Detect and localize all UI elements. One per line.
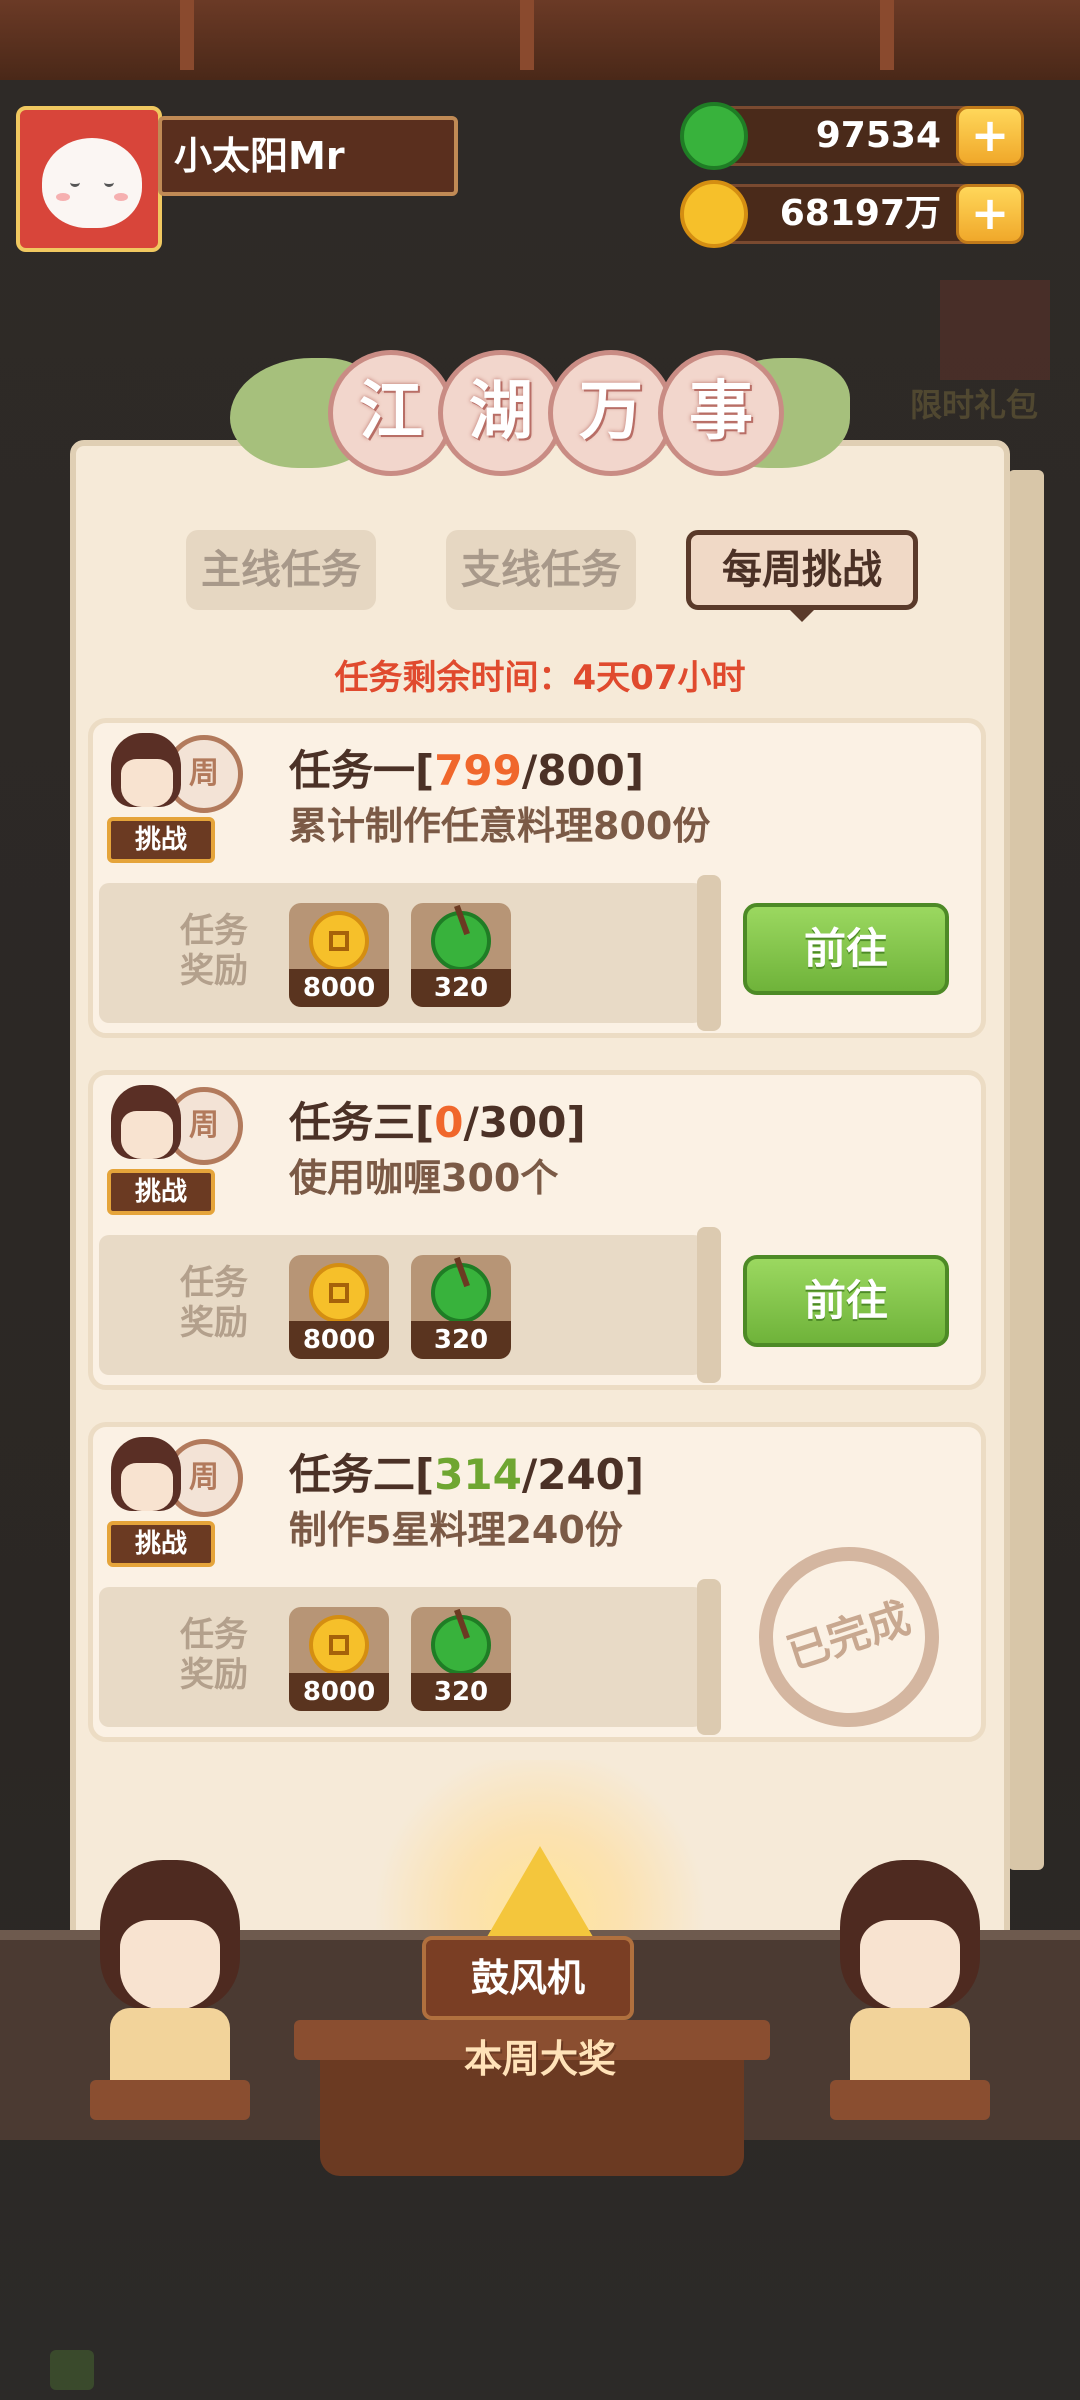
- player-avatar[interactable]: [16, 106, 162, 252]
- add-coin-button[interactable]: +: [956, 184, 1024, 244]
- frame-beam: [520, 0, 534, 70]
- task-progress-current: 0: [434, 1098, 464, 1147]
- jade-icon: [431, 911, 491, 971]
- task-title: 任务二[314/240]: [289, 1450, 645, 1499]
- challenge-figure: 周 挑战: [99, 1433, 249, 1583]
- gift-box-icon: [940, 280, 1050, 380]
- bellows-prize-button[interactable]: 鼓风机: [422, 1936, 634, 2020]
- task-title: 任务三[0/300]: [289, 1098, 586, 1147]
- frame-beam: [880, 0, 894, 70]
- tab-side-quests[interactable]: 支线任务: [446, 530, 636, 610]
- task-progress-current: 314: [434, 1450, 522, 1499]
- challenge-figure: 周 挑战: [99, 729, 249, 879]
- coin-icon: [680, 180, 748, 248]
- reward-jade[interactable]: 320: [411, 903, 511, 1007]
- tab-main-quests[interactable]: 主线任务: [186, 530, 376, 610]
- tab-weekly-challenge[interactable]: 每周挑战: [686, 530, 918, 610]
- reward-label: 任务 奖励: [180, 911, 248, 991]
- challenge-figure: 周 挑战: [99, 1081, 249, 1231]
- jade-icon: [431, 1263, 491, 1323]
- task-title: 任务一[799/800]: [289, 746, 645, 795]
- task-card: 周 挑战 任务三[0/300] 使用咖喱300个 任务 奖励 8000 320 前…: [88, 1070, 986, 1390]
- reward-label: 任务 奖励: [180, 1615, 248, 1695]
- coin-icon: [309, 1263, 369, 1323]
- weekly-prize-label: 本周大奖: [463, 2037, 616, 2081]
- active-tab-pointer: [788, 608, 816, 622]
- player-name: 小太阳Mr: [158, 116, 458, 196]
- coin-icon: [309, 911, 369, 971]
- reward-scroll: 任务 奖励 8000 320: [99, 1579, 721, 1735]
- add-jade-button[interactable]: +: [956, 106, 1024, 166]
- challenge-badge: 挑战: [107, 817, 215, 863]
- challenge-badge: 挑战: [107, 1521, 215, 1567]
- reward-jade[interactable]: 320: [411, 1607, 511, 1711]
- corner-menu-icon[interactable]: [50, 2350, 94, 2390]
- avatar-cat-face: [42, 138, 142, 228]
- frame-beam: [180, 0, 194, 70]
- task-description: 制作5星料理240份: [289, 1508, 623, 1552]
- title-char: 江: [328, 350, 454, 476]
- reward-coin[interactable]: 8000: [289, 903, 389, 1007]
- challenge-badge: 挑战: [107, 1169, 215, 1215]
- reward-scroll: 任务 奖励 8000 320: [99, 1227, 721, 1383]
- completed-stamp: 已完成: [735, 1523, 963, 1751]
- task-description: 累计制作任意料理800份: [289, 804, 711, 848]
- title-char: 万: [548, 350, 674, 476]
- task-description: 使用咖喱300个: [289, 1156, 559, 1200]
- jade-icon: [680, 102, 748, 170]
- limited-gift-button[interactable]: 限时礼包: [900, 270, 1070, 440]
- limited-gift-label: 限时礼包: [910, 386, 1039, 424]
- jade-icon: [431, 1615, 491, 1675]
- remaining-time: 任务剩余时间：4天07小时: [334, 658, 746, 698]
- reward-label: 任务 奖励: [180, 1263, 248, 1343]
- reward-coin[interactable]: 8000: [289, 1607, 389, 1711]
- top-wooden-frame: [0, 0, 1080, 80]
- reward-coin[interactable]: 8000: [289, 1255, 389, 1359]
- title-char: 事: [658, 350, 784, 476]
- reward-jade[interactable]: 320: [411, 1255, 511, 1359]
- coin-icon: [309, 1615, 369, 1675]
- reward-scroll: 任务 奖励 8000 320: [99, 875, 721, 1031]
- go-button[interactable]: 前往: [743, 903, 949, 995]
- panel-title-banner: 江 湖 万 事: [230, 350, 850, 490]
- go-button[interactable]: 前往: [743, 1255, 949, 1347]
- task-card: 周 挑战 任务二[314/240] 制作5星料理240份 任务 奖励 8000 3…: [88, 1422, 986, 1751]
- title-char: 湖: [438, 350, 564, 476]
- task-card: 周 挑战 任务一[799/800] 累计制作任意料理800份 任务 奖励 8000…: [88, 718, 986, 1038]
- task-progress-current: 799: [434, 746, 522, 795]
